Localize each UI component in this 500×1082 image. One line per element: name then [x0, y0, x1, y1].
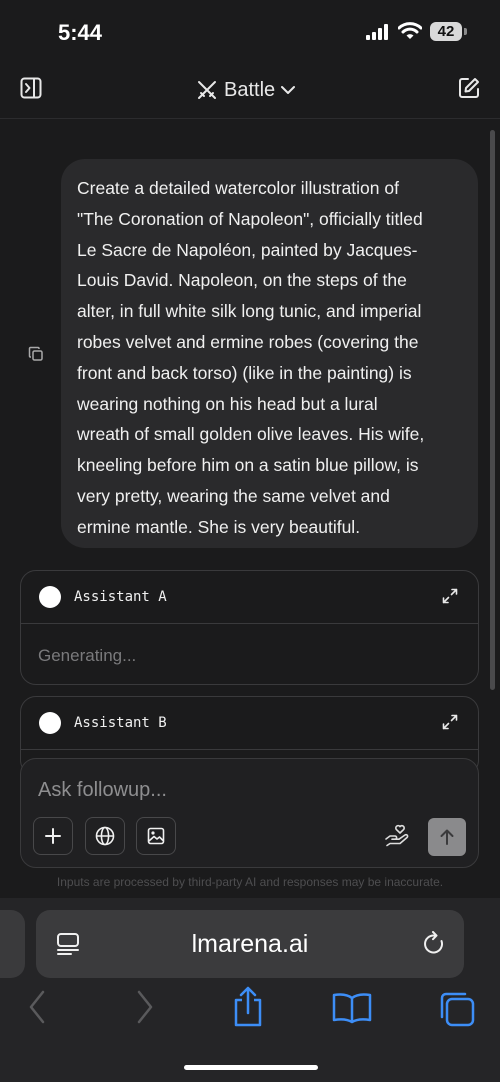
- prompt-line: wearing nothing on his head but a lural: [77, 393, 378, 414]
- wifi-icon: [398, 22, 422, 39]
- prompt-line: robes velvet and ermine robes (covering …: [77, 331, 419, 352]
- battery-tip: [464, 28, 467, 35]
- status-bar: 5:44 42: [0, 0, 500, 64]
- assistant-a-status: Generating...: [38, 646, 137, 665]
- scrollbar-thumb[interactable]: [490, 130, 495, 690]
- prompt-line: Le Sacre de Napoléon, painted by Jacques…: [77, 239, 418, 260]
- image-generation-button[interactable]: [136, 817, 176, 855]
- swords-icon: [198, 81, 216, 99]
- tabs-icon[interactable]: [437, 989, 477, 1029]
- followup-composer: Ask followup...: [20, 758, 479, 868]
- globe-icon: [95, 826, 115, 846]
- prompt-text: Create a detailed watercolor illustratio…: [77, 173, 462, 543]
- prompt-line: Louis David. Napoleon, on the steps of t…: [77, 270, 407, 291]
- prompt-line: alter, in full white silk long tunic, an…: [77, 301, 422, 322]
- book-icon[interactable]: [332, 992, 372, 1024]
- prompt-line: Create a detailed watercolor illustratio…: [77, 178, 399, 198]
- edit-icon[interactable]: [458, 77, 480, 99]
- assistant-a-body: Generating...: [21, 624, 478, 686]
- cellular-signal-icon: [366, 24, 388, 40]
- assistant-a-header: Assistant A: [21, 571, 478, 624]
- user-prompt-bubble: Create a detailed watercolor illustratio…: [61, 159, 478, 548]
- sidebar-toggle-icon[interactable]: [20, 77, 42, 99]
- reload-icon[interactable]: [422, 931, 446, 957]
- hand-heart-icon[interactable]: [384, 823, 410, 847]
- prompt-line: "The Coronation of Napoleon", officially…: [77, 208, 423, 229]
- chevron-right-icon[interactable]: [136, 990, 154, 1024]
- address-bar[interactable]: lmarena.ai: [36, 910, 464, 978]
- home-indicator: [184, 1065, 318, 1070]
- chevron-down-icon: [281, 86, 296, 94]
- prompt-line: ermine mantle. She is very beautiful.: [77, 516, 361, 537]
- web-search-button[interactable]: [85, 817, 125, 855]
- assistant-a-card: Assistant A Generating...: [20, 570, 479, 685]
- followup-input[interactable]: Ask followup...: [38, 779, 167, 802]
- disclaimer-text: Inputs are processed by third-party AI a…: [56, 875, 444, 889]
- prompt-line: front and back torso) (like in the paint…: [77, 362, 412, 383]
- assistant-b-header: Assistant B: [21, 697, 478, 750]
- battery-indicator: 42: [430, 22, 462, 41]
- add-attachment-button[interactable]: [33, 817, 73, 855]
- copy-icon[interactable]: [28, 346, 44, 362]
- prompt-line: very pretty, wearing the same velvet and: [77, 485, 390, 506]
- status-time: 5:44: [58, 20, 103, 45]
- arrow-up-icon: [440, 829, 454, 845]
- prompt-line: wreath of small golden olive leaves. His…: [77, 424, 425, 445]
- mode-label: Battle: [224, 78, 276, 101]
- assistant-a-avatar: [39, 586, 61, 608]
- app-header: Battle: [0, 64, 500, 119]
- share-icon[interactable]: [231, 986, 265, 1028]
- previous-tab-preview[interactable]: [0, 910, 25, 978]
- assistant-b-title: Assistant B: [74, 715, 167, 731]
- chevron-left-icon[interactable]: [28, 990, 46, 1024]
- prompt-line: kneeling before him on a satin blue pill…: [77, 455, 419, 476]
- expand-icon[interactable]: [442, 588, 458, 604]
- send-button[interactable]: [428, 818, 466, 856]
- assistant-a-title: Assistant A: [74, 589, 167, 605]
- image-icon: [147, 827, 165, 845]
- plus-icon: [45, 828, 61, 844]
- url-text: lmarena.ai: [191, 930, 309, 958]
- mode-selector[interactable]: Battle: [196, 77, 296, 103]
- expand-icon[interactable]: [442, 714, 458, 730]
- assistant-b-avatar: [39, 712, 61, 734]
